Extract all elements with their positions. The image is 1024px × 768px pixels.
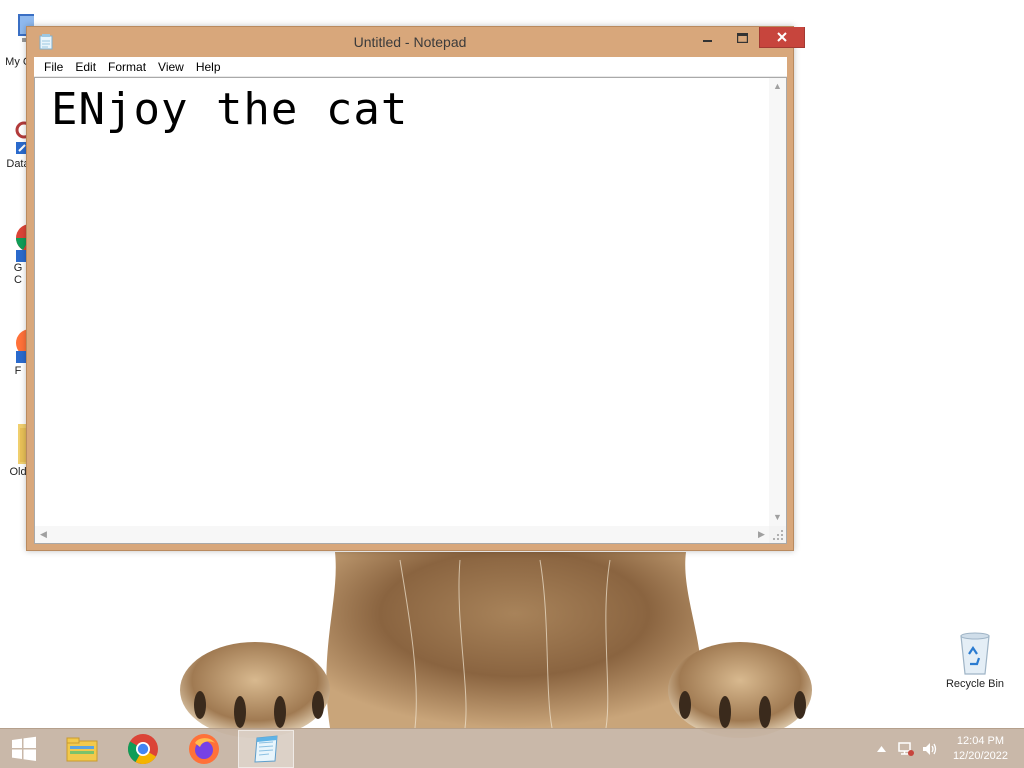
minimize-button[interactable] [691,27,725,48]
show-hidden-icons-button[interactable] [874,739,888,759]
close-icon [777,32,787,42]
resize-grip[interactable] [769,526,786,543]
start-icon [12,736,36,761]
taskbar: 12:04 PM 12/20/2022 [0,728,1024,768]
window-titlebar[interactable]: Untitled - Notepad [27,27,805,57]
notepad-window[interactable]: Untitled - Notepad File Edit Format View… [26,26,805,551]
taskbar-firefox[interactable] [176,730,232,768]
minimize-icon [703,39,712,42]
menu-edit[interactable]: Edit [69,57,102,77]
file-explorer-icon [66,737,98,762]
recycle-bin-label: Recycle Bin [945,678,1005,690]
scroll-right-icon[interactable]: ▶ [753,526,770,543]
notepad-icon [254,735,278,763]
taskbar-file-explorer[interactable] [54,730,110,768]
network-icon [898,742,914,756]
taskbar-notepad[interactable] [238,730,294,768]
scroll-left-icon[interactable]: ◀ [35,526,52,543]
text-editor-area[interactable]: ENjoy the cat ▲ ▼ ◀ ▶ [34,77,787,544]
menu-view[interactable]: View [152,57,190,77]
menu-format[interactable]: Format [102,57,152,77]
desktop-icon-recycle-bin[interactable]: Recycle Bin [940,630,1010,690]
resize-grip-icon [773,530,783,540]
clock-time: 12:04 PM [956,735,1005,747]
recycle-bin-icon [960,632,990,675]
volume-tray-button[interactable] [920,739,940,759]
menu-file[interactable]: File [38,57,69,77]
start-button[interactable] [0,730,48,768]
maximize-button[interactable] [725,27,759,48]
firefox-icon [189,734,219,764]
vertical-scrollbar[interactable]: ▲ ▼ [769,78,786,526]
clock-date: 12/20/2022 [952,750,1008,762]
scroll-up-icon[interactable]: ▲ [769,78,786,95]
taskbar-chrome[interactable] [115,730,171,768]
menu-help[interactable]: Help [190,57,227,77]
system-clock[interactable]: 12:04 PM 12/20/2022 [953,734,1008,764]
editor-content[interactable]: ENjoy the cat [51,84,408,135]
menu-bar: File Edit Format View Help [34,57,787,77]
horizontal-scrollbar[interactable]: ◀ ▶ [35,526,770,543]
volume-icon [923,743,937,755]
maximize-icon [736,32,748,43]
chrome-icon [127,734,158,765]
close-button[interactable] [759,27,805,48]
show-hidden-icons-icon [876,746,886,752]
window-title: Untitled - Notepad [353,34,467,50]
scroll-down-icon[interactable]: ▼ [769,509,786,526]
network-tray-button[interactable] [896,739,916,759]
